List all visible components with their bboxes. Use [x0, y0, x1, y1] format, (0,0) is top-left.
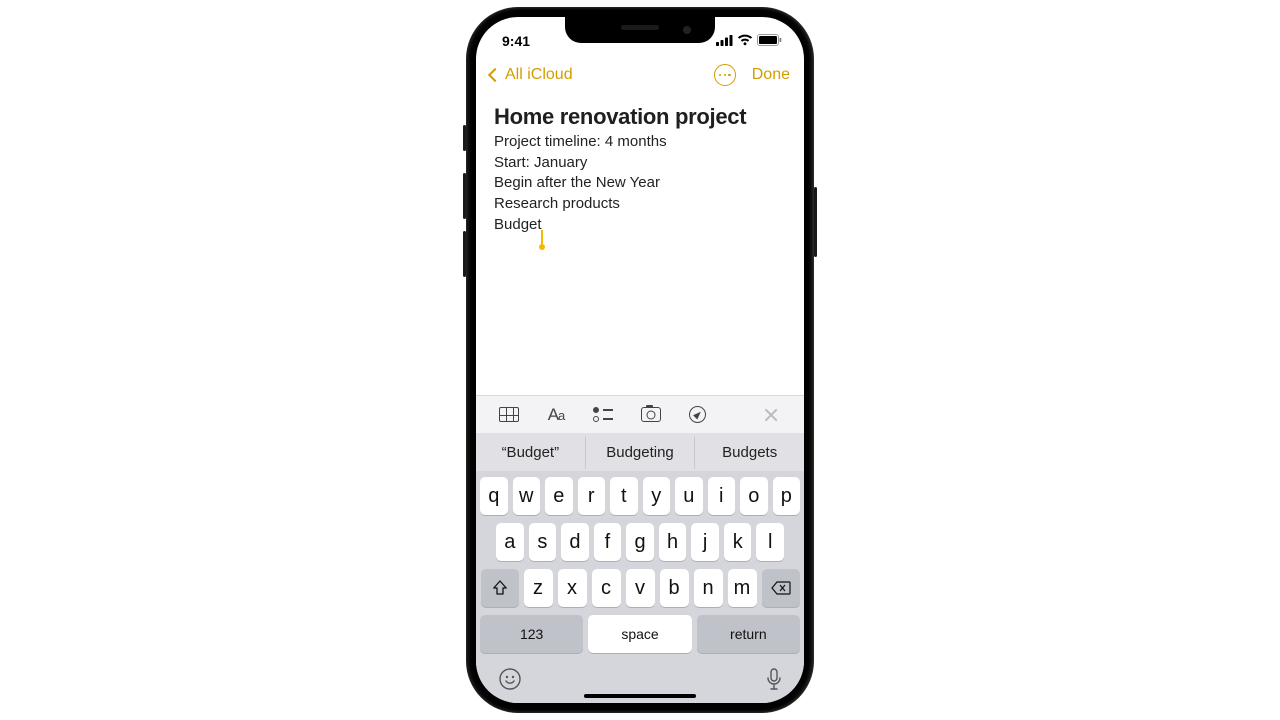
markup-button[interactable]	[687, 404, 708, 426]
close-toolbar-button[interactable]	[761, 404, 782, 426]
key-row: qwertyuiop	[480, 477, 800, 515]
key-w[interactable]: w	[513, 477, 541, 515]
note-title: Home renovation project	[494, 104, 786, 130]
key-row: 123 space return	[480, 615, 800, 653]
note-editor[interactable]: Home renovation project Project timeline…	[476, 92, 804, 395]
key-x[interactable]: x	[558, 569, 587, 607]
key-z[interactable]: z	[524, 569, 553, 607]
key-s[interactable]: s	[529, 523, 557, 561]
key-d[interactable]: d	[561, 523, 589, 561]
key-u[interactable]: u	[675, 477, 703, 515]
table-icon	[499, 407, 519, 422]
chevron-left-icon	[488, 68, 502, 82]
mic-icon	[766, 668, 782, 690]
device-frame: 9:41 All iCloud	[466, 7, 814, 713]
key-v[interactable]: v	[626, 569, 655, 607]
space-key[interactable]: space	[588, 615, 691, 653]
more-button[interactable]	[714, 64, 736, 86]
key-j[interactable]: j	[691, 523, 719, 561]
text-cursor	[541, 230, 543, 248]
key-b[interactable]: b	[660, 569, 689, 607]
return-key[interactable]: return	[697, 615, 800, 653]
key-k[interactable]: k	[724, 523, 752, 561]
back-label: All iCloud	[505, 66, 573, 84]
key-a[interactable]: a	[496, 523, 524, 561]
battery-icon	[757, 33, 782, 49]
suggestion[interactable]: “Budget”	[476, 436, 586, 469]
note-line: Start: January	[494, 153, 786, 174]
key-g[interactable]: g	[626, 523, 654, 561]
key-row: asdfghjkl	[480, 523, 800, 561]
format-toolbar: Aa	[476, 395, 804, 433]
back-button[interactable]: All iCloud	[490, 66, 573, 84]
key-h[interactable]: h	[659, 523, 687, 561]
checklist-button[interactable]	[593, 404, 614, 426]
screen: 9:41 All iCloud	[476, 17, 804, 703]
close-icon	[763, 407, 779, 423]
checklist-icon	[593, 407, 613, 422]
numbers-key[interactable]: 123	[480, 615, 583, 653]
dictation-button[interactable]	[766, 668, 782, 696]
status-right	[716, 33, 782, 49]
side-button	[463, 173, 466, 219]
key-t[interactable]: t	[610, 477, 638, 515]
camera-button[interactable]	[640, 404, 661, 426]
table-button[interactable]	[498, 404, 519, 426]
key-p[interactable]: p	[773, 477, 801, 515]
aa-icon: Aa	[548, 405, 565, 425]
key-y[interactable]: y	[643, 477, 671, 515]
key-n[interactable]: n	[694, 569, 723, 607]
keyboard: qwertyuiop asdfghjkl zxcvbnm 123 space r…	[476, 471, 804, 703]
predictive-bar: “Budget” Budgeting Budgets	[476, 433, 804, 471]
text-style-button[interactable]: Aa	[545, 404, 566, 426]
shift-icon	[492, 580, 508, 596]
done-button[interactable]: Done	[752, 66, 790, 84]
key-row: zxcvbnm	[480, 569, 800, 607]
key-q[interactable]: q	[480, 477, 508, 515]
key-r[interactable]: r	[578, 477, 606, 515]
key-e[interactable]: e	[545, 477, 573, 515]
markup-icon	[689, 406, 706, 423]
emoji-button[interactable]	[498, 667, 522, 697]
note-line-text: Budget	[494, 215, 542, 236]
note-line: Project timeline: 4 months	[494, 132, 786, 153]
key-c[interactable]: c	[592, 569, 621, 607]
shift-key[interactable]	[481, 569, 519, 607]
home-indicator[interactable]	[584, 694, 696, 698]
note-line: Research products	[494, 194, 786, 215]
note-line: Budget	[494, 215, 786, 236]
side-button	[463, 125, 466, 151]
delete-key[interactable]	[762, 569, 800, 607]
note-line: Begin after the New Year	[494, 173, 786, 194]
key-l[interactable]: l	[756, 523, 784, 561]
key-m[interactable]: m	[728, 569, 757, 607]
notch	[565, 17, 715, 43]
key-o[interactable]: o	[740, 477, 768, 515]
key-f[interactable]: f	[594, 523, 622, 561]
backspace-icon	[771, 581, 791, 595]
status-time: 9:41	[502, 33, 530, 49]
side-button	[814, 187, 817, 257]
wifi-icon	[737, 33, 753, 49]
suggestion[interactable]: Budgets	[695, 436, 804, 469]
cellular-icon	[716, 33, 733, 49]
emoji-icon	[498, 667, 522, 691]
camera-icon	[641, 407, 661, 422]
side-button	[463, 231, 466, 277]
suggestion[interactable]: Budgeting	[586, 436, 696, 469]
key-i[interactable]: i	[708, 477, 736, 515]
ellipsis-icon	[719, 74, 721, 76]
nav-bar: All iCloud Done	[476, 55, 804, 95]
